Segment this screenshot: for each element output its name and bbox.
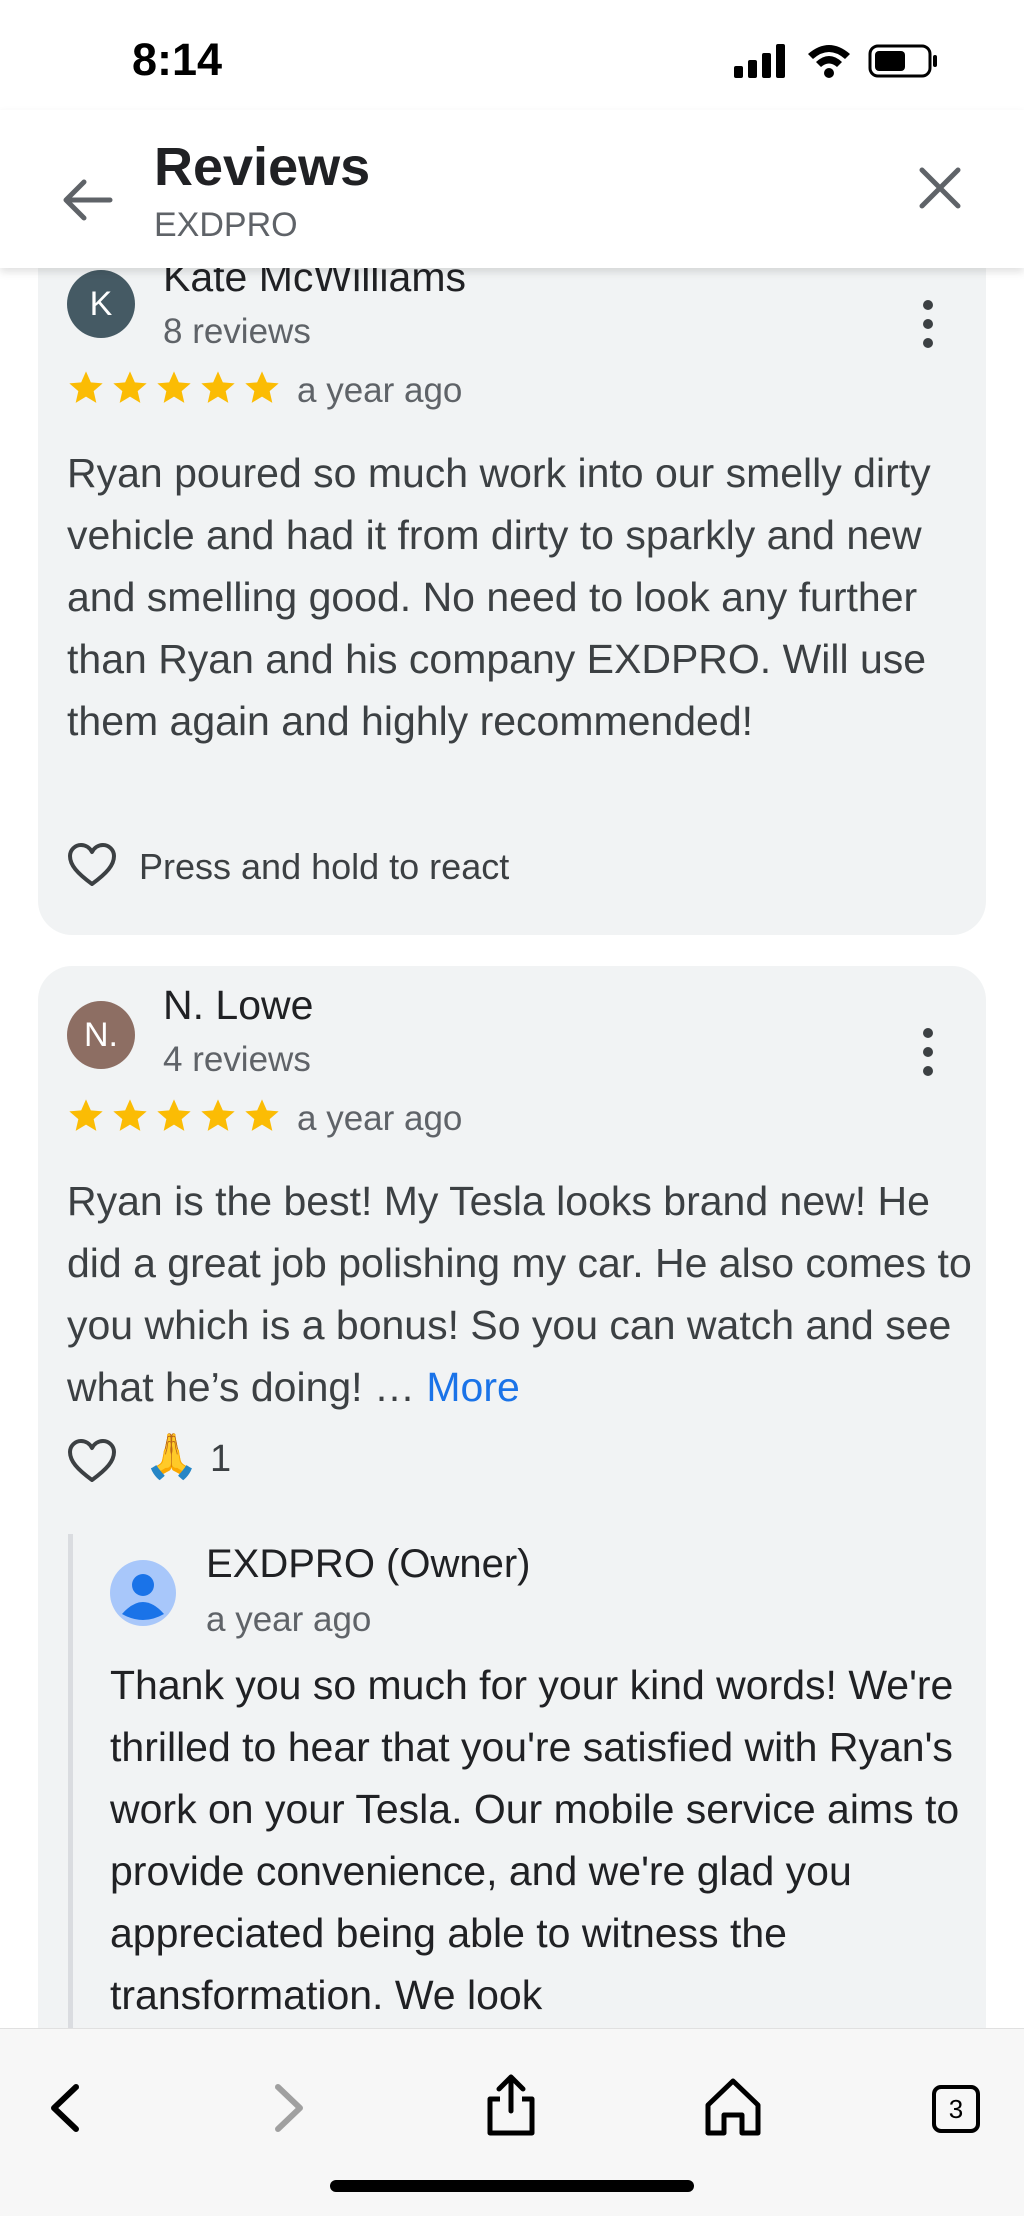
- review-text: Ryan is the best! My Tesla looks brand n…: [67, 1170, 977, 1418]
- star-rating: [66, 1096, 282, 1136]
- star-rating: [66, 368, 282, 408]
- star-icon: [113, 371, 147, 403]
- avatar[interactable]: N.: [67, 1001, 135, 1069]
- reply-divider: [68, 1534, 73, 2028]
- battery-icon: [868, 44, 937, 78]
- close-icon[interactable]: [900, 148, 980, 228]
- star-icon: [113, 1099, 147, 1131]
- star-icon: [157, 1099, 191, 1131]
- owner-reply-name: EXDPRO (Owner): [206, 1542, 531, 1586]
- review-card: N. N. Lowe 4 reviews a year ago Ryan is …: [38, 966, 986, 2028]
- wifi-icon: [808, 45, 850, 78]
- review-time: a year ago: [297, 1099, 463, 1138]
- star-icon: [69, 371, 103, 403]
- app-header: Reviews EXDPRO: [0, 110, 1024, 268]
- review-count: 4 reviews: [163, 1040, 311, 1079]
- back-arrow-icon[interactable]: [48, 160, 128, 240]
- reviewer-name[interactable]: Kate McWilliams: [163, 268, 466, 301]
- more-link[interactable]: More: [426, 1364, 519, 1410]
- owner-reply-text: Thank you so much for your kind words! W…: [110, 1662, 960, 2018]
- forward-icon[interactable]: [252, 2073, 322, 2143]
- review-count: 8 reviews: [163, 312, 311, 351]
- owner-reply-time: a year ago: [206, 1600, 372, 1639]
- home-icon[interactable]: [698, 2071, 768, 2141]
- react-hint[interactable]: Press and hold to react: [139, 846, 509, 888]
- tabs-count-button[interactable]: 3: [932, 2085, 980, 2133]
- signal-icon: [734, 44, 785, 78]
- page-subtitle: EXDPRO: [154, 206, 298, 244]
- owner-avatar-icon: [110, 1560, 176, 1626]
- page-title: Reviews: [154, 137, 371, 197]
- reaction-emoji[interactable]: 🙏: [144, 1430, 199, 1482]
- heart-icon[interactable]: [67, 842, 117, 888]
- reviews-list[interactable]: K Kate McWilliams 8 reviews a year ago R…: [0, 268, 1024, 2028]
- star-icon: [69, 1099, 103, 1131]
- status-time: 8:14: [132, 34, 223, 85]
- status-icons: [734, 44, 937, 78]
- review-time: a year ago: [297, 371, 463, 410]
- more-options-icon[interactable]: [908, 1022, 948, 1082]
- reviewer-name[interactable]: N. Lowe: [163, 982, 313, 1029]
- star-icon: [201, 371, 235, 403]
- star-icon: [245, 1099, 279, 1131]
- heart-icon[interactable]: [67, 1438, 117, 1484]
- star-icon: [201, 1099, 235, 1131]
- star-icon: [245, 371, 279, 403]
- reaction-count: 1: [210, 1438, 232, 1480]
- star-icon: [157, 371, 191, 403]
- review-card: K Kate McWilliams 8 reviews a year ago R…: [38, 268, 986, 935]
- more-options-icon[interactable]: [908, 294, 948, 354]
- avatar[interactable]: K: [67, 270, 135, 338]
- review-text: Ryan poured so much work into our smelly…: [67, 450, 931, 744]
- home-indicator: [330, 2180, 694, 2192]
- back-icon[interactable]: [32, 2073, 102, 2143]
- share-icon[interactable]: [476, 2069, 546, 2139]
